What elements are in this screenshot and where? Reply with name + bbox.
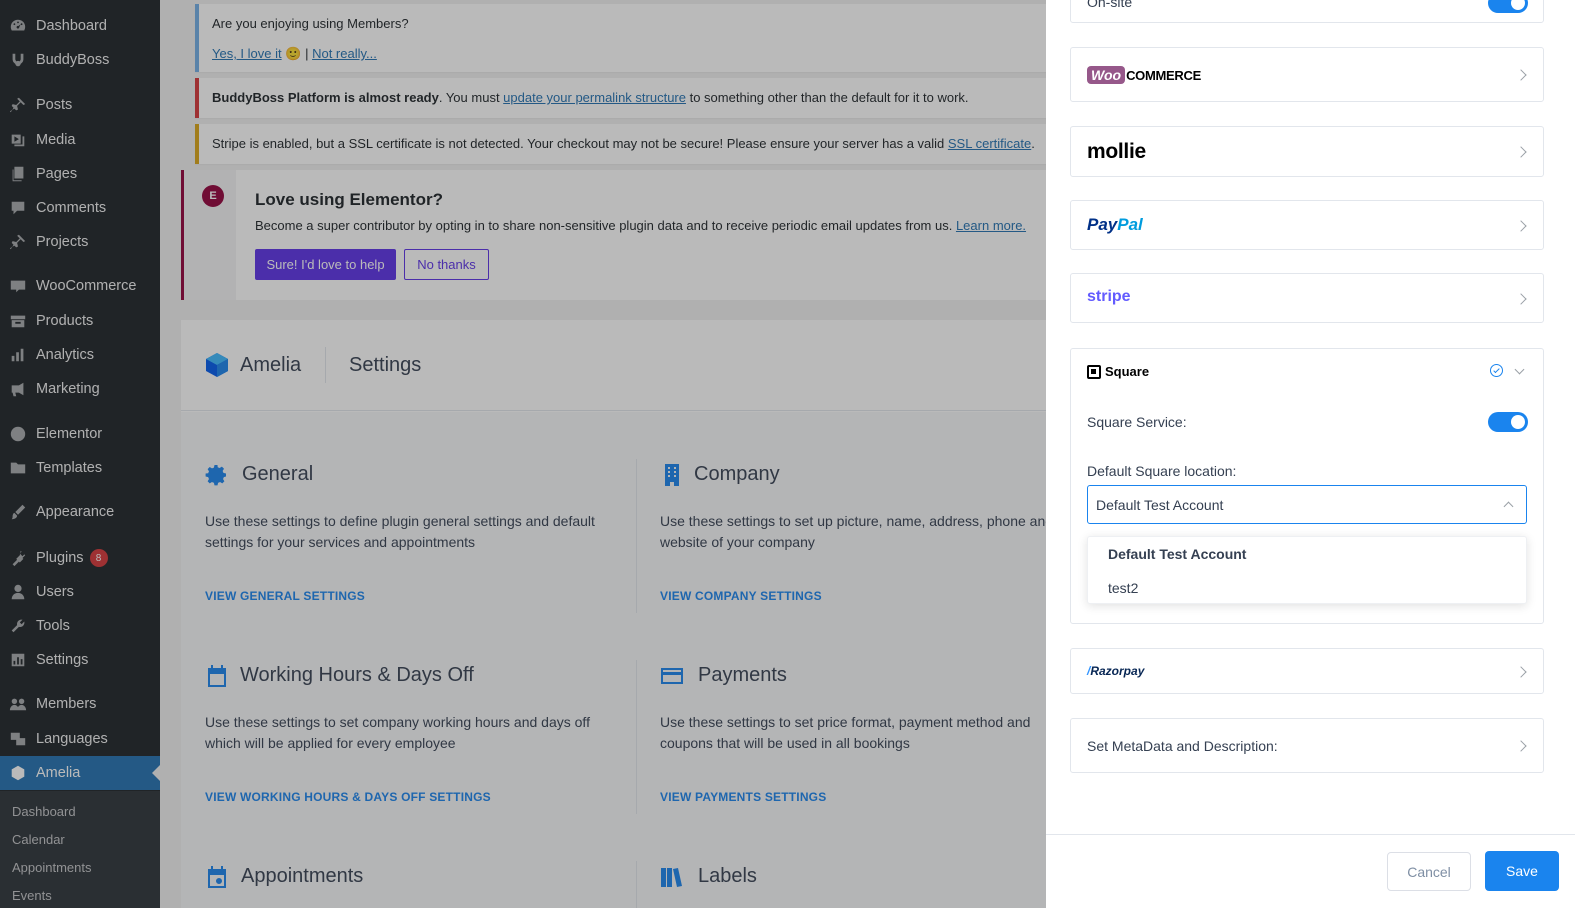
gateway-square: Square Square Service: Default Square lo… (1070, 348, 1544, 624)
mollie-logo: mollie (1087, 140, 1146, 163)
chevron-right-icon (1515, 293, 1527, 305)
square-service-label: Square Service: (1087, 414, 1187, 430)
gateway-razorpay[interactable]: /Razorpay (1070, 648, 1544, 694)
location-dropdown-menu: Default Test Account test2 (1087, 536, 1527, 604)
gateway-stripe[interactable]: stripe (1070, 273, 1544, 323)
drawer-footer: Cancel Save (1046, 834, 1575, 908)
square-location-label: Default Square location: (1087, 463, 1237, 479)
gateway-woocommerce[interactable]: Woo COMMERCE (1070, 47, 1544, 102)
check-circle-icon (1490, 364, 1503, 377)
selected-location-value: Default Test Account (1096, 497, 1224, 513)
chevron-right-icon (1515, 220, 1527, 232)
chevron-right-icon (1515, 666, 1527, 678)
location-option-test2[interactable]: test2 (1108, 580, 1138, 596)
chevron-right-icon (1515, 69, 1527, 81)
square-logo[interactable]: Square (1087, 364, 1149, 379)
woocommerce-logo: Woo COMMERCE (1087, 64, 1201, 86)
stripe-logo: stripe (1087, 288, 1131, 305)
modal-overlay[interactable] (0, 0, 1046, 908)
square-logo-icon (1087, 364, 1101, 379)
cancel-button[interactable]: Cancel (1387, 852, 1471, 891)
chevron-right-icon (1515, 740, 1527, 752)
metadata-label: Set MetaData and Description: (1087, 738, 1278, 754)
metadata-description-section[interactable]: Set MetaData and Description: (1070, 718, 1544, 773)
gateway-onsite[interactable]: On-site (1070, 0, 1544, 23)
gateway-mollie[interactable]: mollie (1070, 126, 1544, 177)
onsite-toggle[interactable] (1488, 0, 1528, 13)
chevron-right-icon (1515, 146, 1527, 158)
chevron-up-icon (1503, 501, 1514, 512)
save-button[interactable]: Save (1485, 851, 1559, 891)
paypal-logo: PayPal (1087, 215, 1143, 234)
gateway-paypal[interactable]: PayPal (1070, 200, 1544, 250)
payment-settings-drawer: On-site Woo COMMERCE mollie PayPal strip… (1046, 0, 1575, 908)
onsite-label: On-site (1087, 0, 1133, 10)
chevron-down-icon[interactable] (1514, 364, 1525, 375)
square-location-select[interactable]: Default Test Account (1087, 485, 1527, 524)
razorpay-logo: /Razorpay (1087, 664, 1145, 678)
square-service-toggle[interactable] (1488, 412, 1528, 432)
location-option-default[interactable]: Default Test Account (1108, 546, 1246, 562)
